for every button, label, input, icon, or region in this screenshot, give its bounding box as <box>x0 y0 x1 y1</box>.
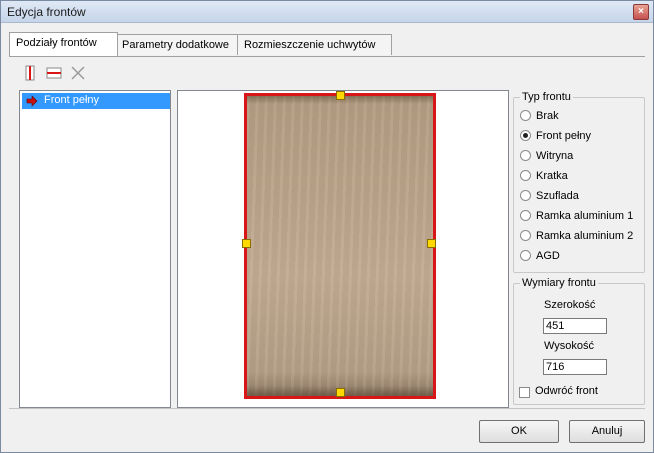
radio-label: Szuflada <box>536 190 579 202</box>
resize-handle-left[interactable] <box>242 239 251 248</box>
front-edit-dialog: Edycja frontów × Podziały frontów Parame… <box>0 0 654 453</box>
ok-button[interactable]: OK <box>479 420 559 443</box>
resize-handle-bottom[interactable] <box>336 388 345 397</box>
title-bar[interactable]: Edycja frontów × <box>1 1 653 23</box>
width-field[interactable] <box>543 318 607 334</box>
front-dimensions-legend: Wymiary frontu <box>520 277 598 289</box>
height-label: Wysokość <box>544 340 595 352</box>
front-type-legend: Typ frontu <box>520 91 573 103</box>
radio-button[interactable] <box>520 170 531 181</box>
radio-label: Ramka aluminium 2 <box>536 230 634 242</box>
tab-parametry-dodatkowe[interactable]: Parametry dodatkowe <box>115 34 239 55</box>
radio-button[interactable] <box>520 230 531 241</box>
radio-label: Front pełny <box>536 130 592 142</box>
list-item-label: Front pełny <box>44 94 100 106</box>
radio-button[interactable] <box>520 110 531 121</box>
tab-podzialy-frontow[interactable]: Podziały frontów <box>9 32 118 56</box>
tab-rozmieszczenie-uchwytow[interactable]: Rozmieszczenie uchwytów <box>237 34 392 55</box>
flip-front-label: Odwróć front <box>535 385 598 397</box>
radio-button[interactable] <box>520 130 531 141</box>
list-item[interactable]: Front pełny <box>22 93 170 109</box>
delete-division-icon[interactable] <box>69 64 87 82</box>
resize-handle-right[interactable] <box>427 239 436 248</box>
radio-button[interactable] <box>520 190 531 201</box>
division-list[interactable]: Front pełny <box>19 90 171 408</box>
radio-label: Witryna <box>536 150 574 162</box>
front-preview <box>177 90 509 408</box>
cancel-button[interactable]: Anuluj <box>569 420 645 443</box>
tab-divider <box>9 56 645 57</box>
radio-label: Kratka <box>536 170 568 182</box>
radio-button[interactable] <box>520 150 531 161</box>
radio-label: Brak <box>536 110 559 122</box>
footer-divider <box>9 408 645 409</box>
front-panel[interactable] <box>242 91 436 399</box>
resize-handle-top[interactable] <box>336 91 345 100</box>
radio-button[interactable] <box>520 210 531 221</box>
radio-label: AGD <box>536 250 560 262</box>
red-arrow-icon <box>26 95 38 107</box>
close-icon[interactable]: × <box>633 4 649 20</box>
vertical-split-icon[interactable] <box>21 64 39 82</box>
height-field[interactable] <box>543 359 607 375</box>
front-dimensions-group: Wymiary frontu Szerokość Wysokość Odwróć… <box>513 277 645 405</box>
front-type-group: Typ frontu Brak Front pełny Witryna Krat… <box>513 91 645 273</box>
radio-label: Ramka aluminium 1 <box>536 210 634 222</box>
horizontal-split-icon[interactable] <box>45 64 63 82</box>
window-title: Edycja frontów <box>7 5 86 19</box>
width-label: Szerokość <box>544 299 596 311</box>
radio-button[interactable] <box>520 250 531 261</box>
flip-front-checkbox[interactable] <box>519 387 530 398</box>
